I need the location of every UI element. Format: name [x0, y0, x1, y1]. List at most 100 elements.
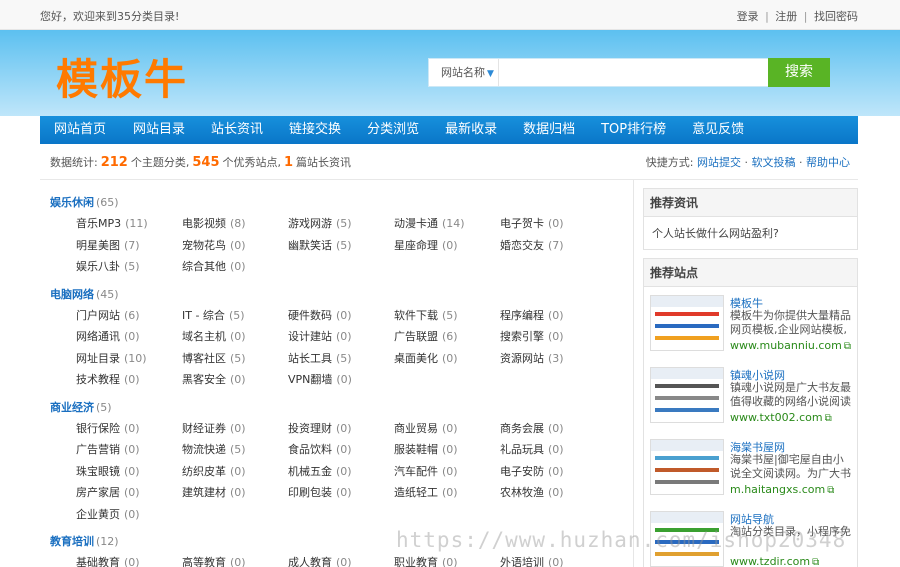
subcategory-link[interactable]: 软件下载 (5)	[394, 307, 458, 323]
subcategory-link[interactable]: 门户网站 (6)	[76, 307, 140, 323]
subcategory-link[interactable]: 成人教育 (0)	[288, 554, 352, 567]
subcategory-link[interactable]: 商务会展 (0)	[500, 420, 564, 436]
subcategory-link[interactable]: 动漫卡通 (14)	[394, 215, 465, 231]
category-heading[interactable]: 电脑网络 (45)	[50, 286, 119, 302]
subcategory-link[interactable]: 硬件数码 (0)	[288, 307, 352, 323]
subcategory-link[interactable]: 广告营销 (0)	[76, 441, 140, 457]
recommended-site[interactable]: 海棠书屋网海棠书屋|御宅屋自由小说全文阅读网。为广大书友m.haitangxs.…	[644, 431, 857, 503]
category-heading[interactable]: 娱乐休闲 (65)	[50, 194, 119, 210]
subcategory-link[interactable]: 企业黄页 (0)	[76, 506, 140, 522]
subcategory-link[interactable]: 星座命理 (0)	[394, 237, 458, 253]
site-url[interactable]: www.tzdir.com ⧉	[730, 555, 819, 567]
subcategory-name: 宠物花鸟	[182, 238, 226, 252]
forgot-password-link[interactable]: 找回密码	[814, 10, 858, 23]
subcategory-link[interactable]: 礼品玩具 (0)	[500, 441, 564, 457]
subcategory-link[interactable]: 珠宝眼镜 (0)	[76, 463, 140, 479]
external-link-icon[interactable]: ⧉	[812, 557, 819, 567]
subcategory-link[interactable]: 技术教程 (0)	[76, 371, 140, 387]
external-link-icon[interactable]: ⧉	[844, 341, 851, 352]
subcategory-link[interactable]: 程序编程 (0)	[500, 307, 564, 323]
subcategory-link[interactable]: 站长工具 (5)	[288, 350, 352, 366]
subcategory-link[interactable]: 幽默笑话 (5)	[288, 237, 352, 253]
subcategory-link[interactable]: 外语培训 (0)	[500, 554, 564, 567]
nav-item[interactable]: 网站目录	[120, 116, 198, 144]
search-button[interactable]: 搜索	[768, 58, 830, 87]
subcategory-link[interactable]: 广告联盟 (6)	[394, 328, 458, 344]
submit-article-link[interactable]: 软文投稿	[752, 156, 796, 169]
subcategory-link[interactable]: 域名主机 (0)	[182, 328, 246, 344]
subcategory-link[interactable]: IT - 综合 (5)	[182, 307, 245, 323]
site-url[interactable]: m.haitangxs.com ⧉	[730, 483, 834, 496]
nav-item[interactable]: 分类浏览	[354, 116, 432, 144]
subcategory-link[interactable]: 职业教育 (0)	[394, 554, 458, 567]
subcategory-count: (0)	[442, 421, 458, 435]
nav-item[interactable]: 数据归档	[510, 116, 588, 144]
site-logo[interactable]: 模板牛	[56, 46, 188, 107]
subcategory-link[interactable]: 网址目录 (10)	[76, 350, 147, 366]
subcategory-link[interactable]: 桌面美化 (0)	[394, 350, 458, 366]
subcategory-link[interactable]: 食品饮料 (0)	[288, 441, 352, 457]
nav-item[interactable]: 站长资讯	[198, 116, 276, 144]
nav-item[interactable]: 最新收录	[432, 116, 510, 144]
subcategory-count: (0)	[442, 556, 458, 567]
subcategory-link[interactable]: 基础教育 (0)	[76, 554, 140, 567]
subcategory-link[interactable]: 机械五金 (0)	[288, 463, 352, 479]
site-url[interactable]: www.txt002.com ⧉	[730, 411, 832, 424]
subcategory-link[interactable]: 高等教育 (0)	[182, 554, 246, 567]
external-link-icon[interactable]: ⧉	[825, 413, 832, 424]
subcategory-link[interactable]: 电子安防 (0)	[500, 463, 564, 479]
subcategory-count: (6)	[124, 308, 140, 322]
subcategory-link[interactable]: 婚恋交友 (7)	[500, 237, 564, 253]
recommended-site[interactable]: 模板牛模板牛为你提供大量精品网页模板,企业网站模板,网www.mubanniu.…	[644, 287, 857, 359]
subcategory-link[interactable]: 商业贸易 (0)	[394, 420, 458, 436]
subcategory-link[interactable]: 黑客安全 (0)	[182, 371, 246, 387]
subcategory-link[interactable]: 房产家居 (0)	[76, 484, 140, 500]
category-heading[interactable]: 商业经济 (5)	[50, 399, 112, 415]
site-url[interactable]: www.mubanniu.com ⧉	[730, 339, 851, 352]
site-thumbnail[interactable]	[650, 439, 724, 495]
subcategory-link[interactable]: 汽车配件 (0)	[394, 463, 458, 479]
subcategory-link[interactable]: 娱乐八卦 (5)	[76, 258, 140, 274]
subcategory-link[interactable]: 纺织皮革 (0)	[182, 463, 246, 479]
subcategory-link[interactable]: 电影视频 (8)	[182, 215, 246, 231]
site-thumbnail[interactable]	[650, 295, 724, 351]
recommended-site[interactable]: 镇魂小说网 镇魂小说网是广大书友最值得收藏的网络小说阅读 www.txt002.co…	[644, 359, 857, 431]
subcategory-link[interactable]: VPN翻墙 (0)	[288, 371, 352, 387]
nav-item[interactable]: TOP排行榜	[588, 116, 679, 144]
subcategory-link[interactable]: 投资理财 (0)	[288, 420, 352, 436]
help-center-link[interactable]: 帮助中心	[806, 156, 850, 169]
external-link-icon[interactable]: ⧉	[827, 485, 834, 496]
register-link[interactable]: 注册	[775, 10, 797, 23]
submit-site-link[interactable]: 网站提交	[697, 156, 741, 169]
subcategory-link[interactable]: 综合其他 (0)	[182, 258, 246, 274]
subcategory-link[interactable]: 宠物花鸟 (0)	[182, 237, 246, 253]
subcategory-link[interactable]: 电子贺卡 (0)	[500, 215, 564, 231]
subcategory-link[interactable]: 搜索引擎 (0)	[500, 328, 564, 344]
subcategory-count: (0)	[230, 238, 246, 252]
subcategory-link[interactable]: 农林牧渔 (0)	[500, 484, 564, 500]
subcategory-link[interactable]: 游戏网游 (5)	[288, 215, 352, 231]
subcategory-count: (0)	[442, 443, 458, 456]
subcategory-link[interactable]: 博客社区 (5)	[182, 350, 246, 366]
nav-item[interactable]: 链接交换	[276, 116, 354, 144]
subcategory-link[interactable]: 资源网站 (3)	[500, 350, 564, 366]
category-heading[interactable]: 教育培训 (12)	[50, 533, 119, 549]
subcategory-link[interactable]: 明星美图 (7)	[76, 237, 140, 253]
subcategory-link[interactable]: 音乐MP3 (11)	[76, 215, 148, 231]
subcategory-link[interactable]: 财经证券 (0)	[182, 420, 246, 436]
subcategory-link[interactable]: 物流快递 (5)	[182, 441, 246, 457]
login-link[interactable]: 登录	[737, 10, 759, 23]
subcategory-link[interactable]: 印刷包装 (0)	[288, 484, 352, 500]
search-input[interactable]	[500, 59, 770, 86]
subcategory-link[interactable]: 造纸轻工 (0)	[394, 484, 458, 500]
subcategory-link[interactable]: 建筑建材 (0)	[182, 484, 246, 500]
search-type-select[interactable]: 网站名称 ▼	[429, 59, 499, 86]
subcategory-link[interactable]: 银行保险 (0)	[76, 420, 140, 436]
subcategory-link[interactable]: 设计建站 (0)	[288, 328, 352, 344]
subcategory-link[interactable]: 服装鞋帽 (0)	[394, 441, 458, 457]
news-item[interactable]: 个人站长做什么网站盈利?	[644, 217, 857, 249]
nav-item[interactable]: 意见反馈	[679, 116, 757, 144]
site-thumbnail[interactable]	[650, 367, 724, 423]
subcategory-link[interactable]: 网络通讯 (0)	[76, 328, 140, 344]
nav-item[interactable]: 网站首页	[40, 116, 120, 144]
